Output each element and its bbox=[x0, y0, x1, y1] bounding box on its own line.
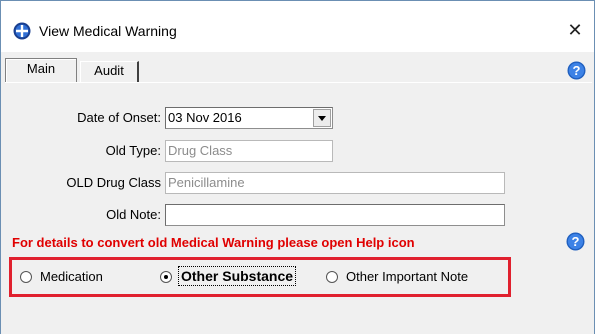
app-globe-icon bbox=[13, 22, 31, 40]
other-important-note-radio-label[interactable]: Other Important Note bbox=[346, 269, 468, 284]
help-icon[interactable]: ? bbox=[567, 61, 586, 80]
help-icon[interactable]: ? bbox=[566, 232, 585, 251]
tab-audit[interactable]: Audit bbox=[81, 61, 139, 82]
medication-radio-label[interactable]: Medication bbox=[40, 269, 103, 284]
close-icon[interactable]: ✕ bbox=[565, 19, 585, 41]
old-drug-class-field: Penicillamine bbox=[165, 172, 505, 194]
substance-type-radio-group: Medication Other Substance Other Importa… bbox=[9, 257, 511, 297]
old-drug-class-value: Penicillamine bbox=[168, 175, 245, 190]
convert-warning-text: For details to convert old Medical Warni… bbox=[12, 235, 415, 250]
date-of-onset-value: 03 Nov 2016 bbox=[168, 110, 242, 125]
old-type-value: Drug Class bbox=[168, 143, 233, 158]
dialog-window: View Medical Warning ✕ Main Audit ? Date… bbox=[0, 0, 595, 334]
old-note-label: Old Note: bbox=[106, 207, 161, 222]
medication-radio[interactable] bbox=[20, 271, 32, 283]
old-type-field: Drug Class bbox=[165, 140, 333, 162]
svg-text:?: ? bbox=[573, 63, 581, 78]
tab-audit-label: Audit bbox=[94, 63, 124, 78]
old-type-label: Old Type: bbox=[105, 143, 161, 158]
dialog-body: Main Audit ? Date of Onset: 03 Nov 2016 … bbox=[1, 52, 594, 334]
other-substance-radio[interactable] bbox=[160, 271, 172, 283]
title-bar[interactable]: View Medical Warning ✕ bbox=[1, 0, 594, 52]
chevron-down-icon[interactable] bbox=[313, 109, 331, 127]
tab-main-label: Main bbox=[26, 61, 56, 76]
other-important-note-radio[interactable] bbox=[326, 271, 338, 283]
window-title: View Medical Warning bbox=[39, 23, 177, 39]
other-substance-radio-label[interactable]: Other Substance bbox=[177, 266, 297, 286]
svg-text:?: ? bbox=[572, 234, 580, 249]
old-note-field[interactable] bbox=[165, 204, 505, 226]
old-drug-class-label: OLD Drug Class bbox=[66, 175, 161, 190]
date-of-onset-dropdown[interactable]: 03 Nov 2016 bbox=[165, 107, 333, 129]
tab-main[interactable]: Main bbox=[5, 58, 77, 82]
date-of-onset-label: Date of Onset: bbox=[77, 110, 161, 125]
